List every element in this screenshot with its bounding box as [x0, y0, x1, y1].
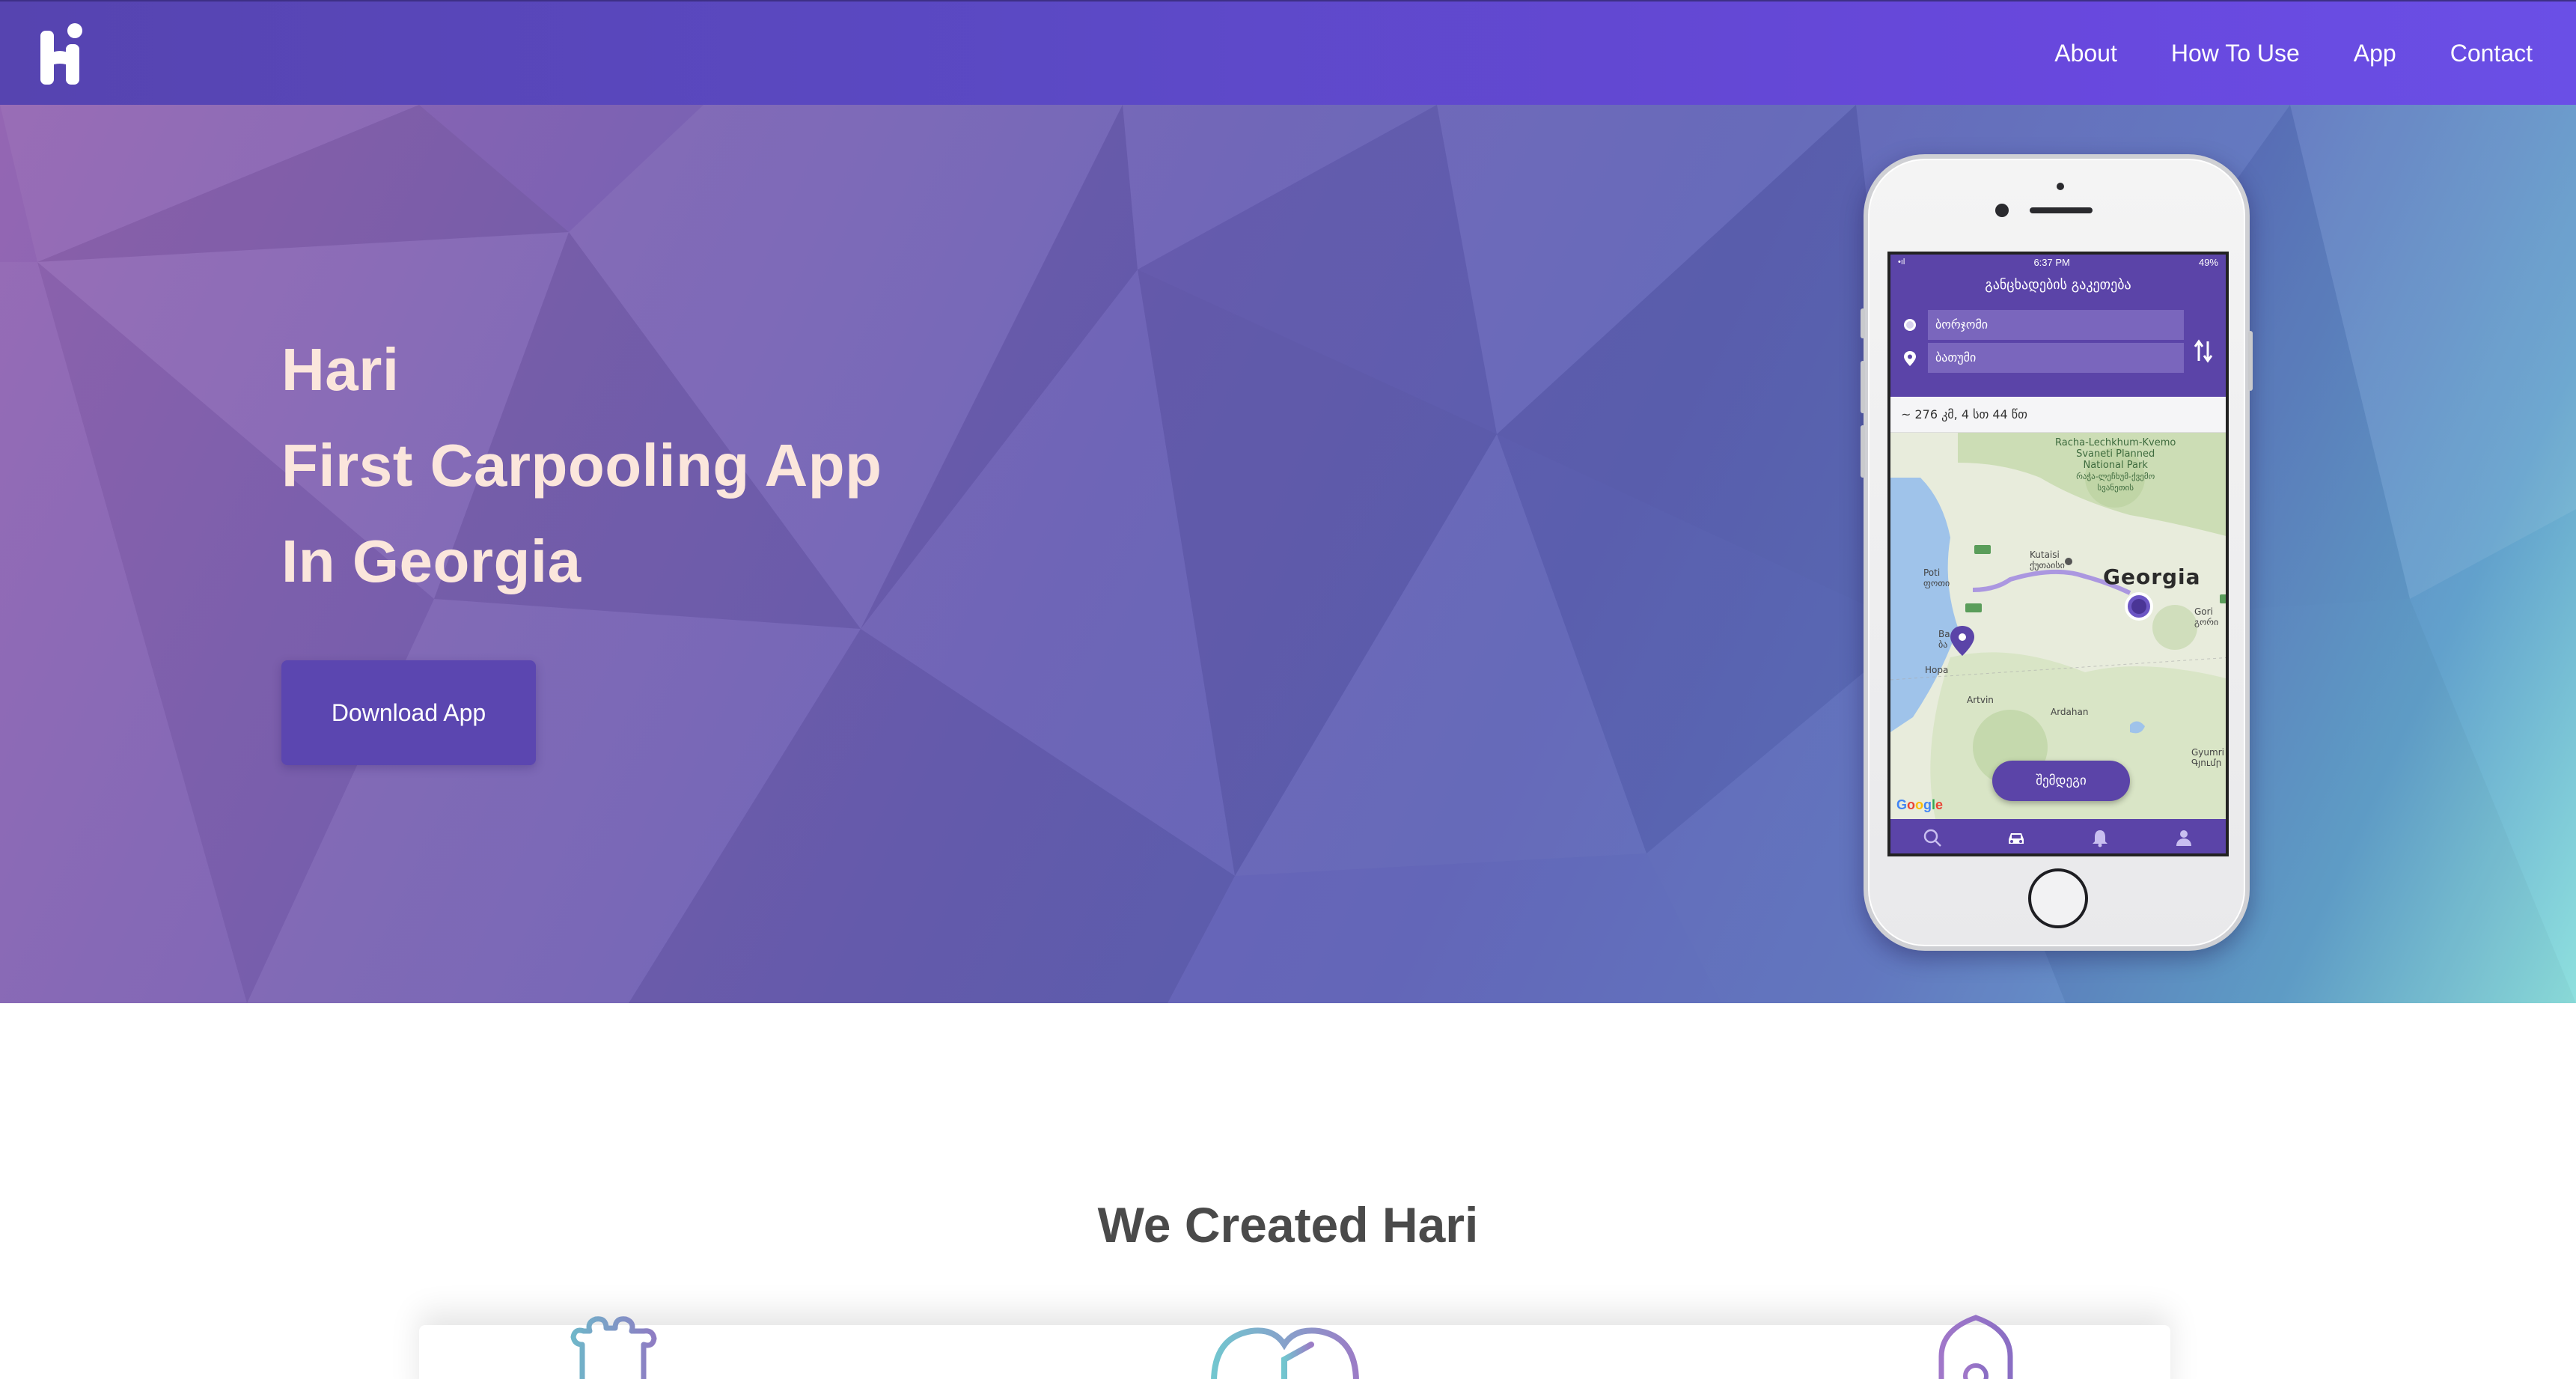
- section-title: We Created Hari: [1097, 1197, 1479, 1252]
- map-label-batumi: Ba ბა: [1938, 629, 1950, 650]
- route-from-field[interactable]: ბორჯომი: [1928, 310, 2184, 340]
- phone-home-button: [2028, 868, 2088, 928]
- map-label-kutaisi: Kutaisi ქუთაისი: [2030, 550, 2065, 570]
- app-header: განცხადების გაკეთება ბორჯომი ბათუმი: [1890, 270, 2226, 397]
- status-signal: •ıl: [1898, 258, 1905, 267]
- hero-title-line-3: In Georgia: [281, 528, 582, 594]
- map-label-artvin: Artvin: [1967, 695, 1994, 705]
- phone-power-button: [2248, 331, 2253, 391]
- phone-volume-down: [1861, 425, 1865, 478]
- clock-heart-icon: [1211, 1327, 1359, 1379]
- phone-status-bar: •ıl 6:37 PM 49%: [1890, 255, 2226, 270]
- hero-title-line-1: Hari: [281, 336, 400, 403]
- nav-link-about[interactable]: About: [2054, 40, 2117, 67]
- nav-link-how-to-use[interactable]: How To Use: [2171, 40, 2300, 67]
- profile-icon[interactable]: [2173, 827, 2194, 848]
- phone-sensor: [2057, 183, 2064, 190]
- phone-camera: [1995, 204, 2009, 217]
- nav-link-contact[interactable]: Contact: [2450, 40, 2533, 67]
- status-time: 6:37 PM: [2033, 256, 2070, 268]
- hero-title-line-2: First Carpooling App: [281, 432, 882, 499]
- nav-link-app[interactable]: App: [2354, 40, 2396, 67]
- map-label-park: Racha-Lechkhum-Kvemo Svaneti Planned Natio…: [2055, 437, 2176, 493]
- map-label-hopa: Hopa: [1925, 665, 1949, 675]
- map-label-gyumri: Gyumri Գյումր: [2191, 747, 2224, 768]
- origin-dot-icon: [1904, 319, 1916, 331]
- car-icon[interactable]: [2006, 827, 2027, 848]
- map-label-georgia: Georgia: [2103, 564, 2201, 589]
- google-logo: Google: [1896, 797, 1944, 812]
- puzzle-icon: [570, 1316, 657, 1379]
- route-to-field[interactable]: ბათუმი: [1928, 343, 2184, 373]
- map-label-gori: Gori გორი: [2194, 606, 2219, 627]
- phone-mute-switch: [1861, 308, 1865, 338]
- app-tab-bar: [1890, 819, 2226, 853]
- rocket-icon: [1938, 1315, 2013, 1379]
- status-battery: 49%: [2198, 256, 2218, 268]
- route-distance: ~ 276 კმ, 4 სთ 44 წთ: [1890, 397, 2226, 433]
- swap-icon[interactable]: [2193, 338, 2215, 364]
- hari-logo-icon[interactable]: [40, 22, 87, 85]
- phone-volume-up: [1861, 361, 1865, 413]
- map-label-ardahan: Ardahan: [2051, 707, 2089, 717]
- phone-mockup: •ıl 6:37 PM 49% განცხადების გაკეთება ბორ…: [1861, 154, 2253, 951]
- app-header-title: განცხადების გაკეთება: [1985, 277, 2131, 293]
- hero-heading: Hari First Carpooling App In Georgia: [281, 322, 882, 609]
- route-map[interactable]: Racha-Lechkhum-Kvemo Svaneti Planned Natio…: [1890, 433, 2226, 819]
- download-app-button[interactable]: Download App: [281, 660, 536, 765]
- hero-section: Hari First Carpooling App In Georgia Dow…: [0, 105, 2576, 1003]
- location-pin-icon: [1904, 351, 1916, 366]
- search-icon[interactable]: [1922, 827, 1943, 848]
- map-label-poti: Poti ფოთი: [1923, 567, 1950, 588]
- top-navbar: About How To Use App Contact: [0, 0, 2576, 105]
- phone-speaker: [2030, 207, 2093, 213]
- phone-screen: •ıl 6:37 PM 49% განცხადების გაკეთება ბორ…: [1887, 252, 2229, 856]
- nav-links: About How To Use App Contact: [2054, 40, 2533, 67]
- bell-icon[interactable]: [2090, 827, 2110, 848]
- next-button[interactable]: შემდეგი: [1992, 761, 2130, 801]
